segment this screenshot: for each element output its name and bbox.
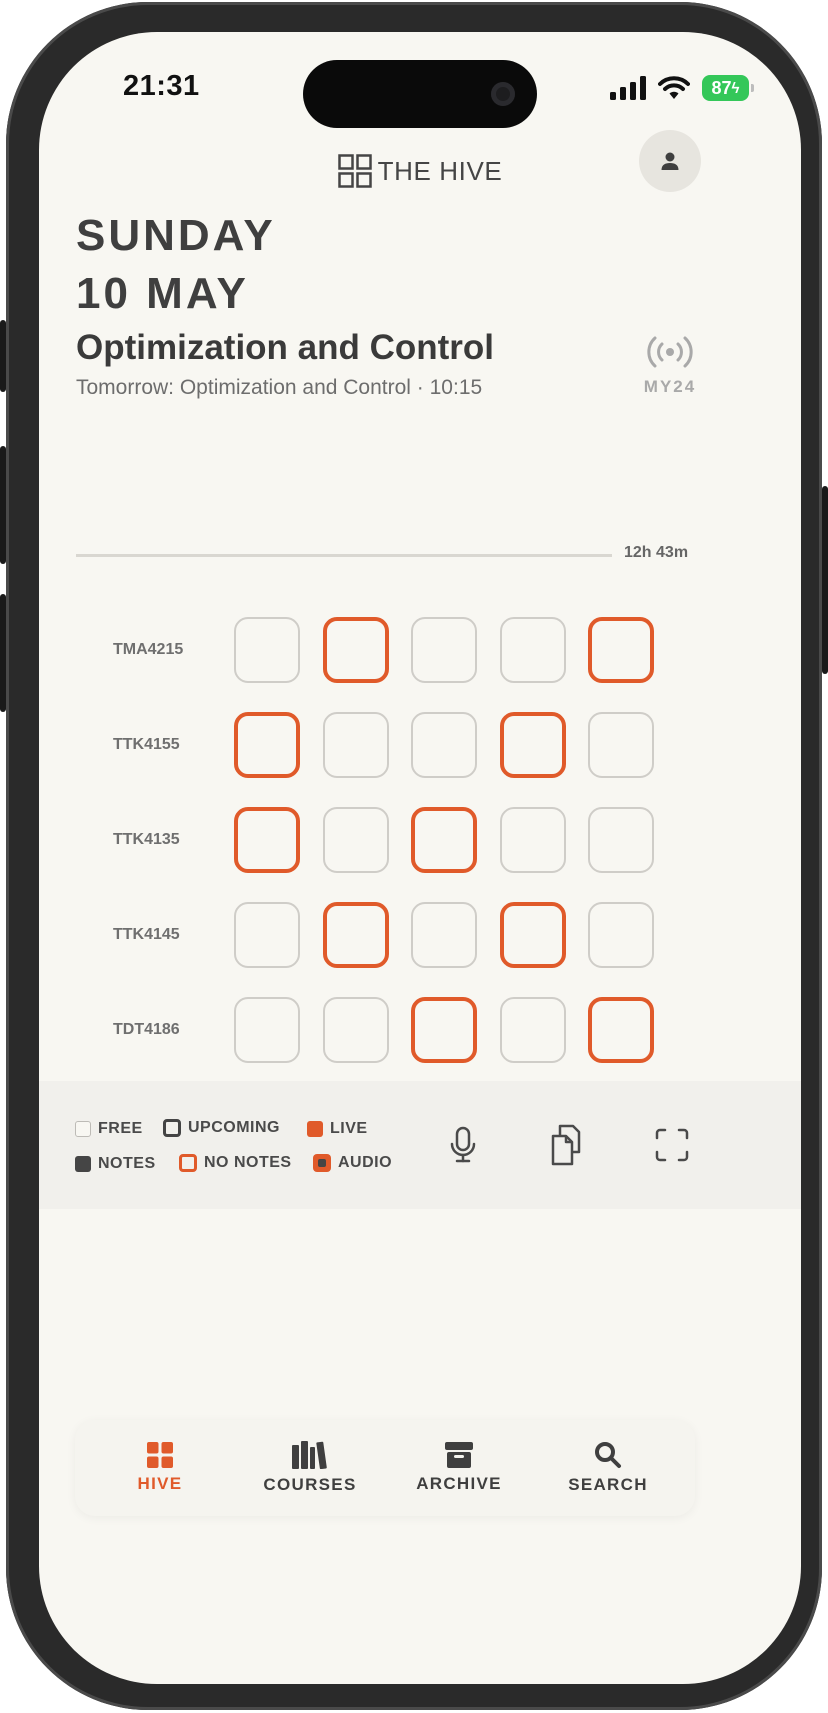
- countdown-progress-bar: [76, 554, 612, 557]
- free-swatch: [75, 1121, 91, 1137]
- schedule-cell-ttk4145-mon[interactable]: [234, 902, 300, 968]
- documents-icon: [551, 1124, 581, 1166]
- schedule-cell-tdt4186-thu[interactable]: [500, 997, 566, 1063]
- legend-free: FREE: [75, 1120, 143, 1138]
- next-lecture-text: Tomorrow: Optimization and Control · 10:…: [76, 376, 483, 399]
- live-swatch: [307, 1121, 323, 1137]
- volume-down-button: [0, 594, 6, 712]
- schedule-cell-tdt4186-fri[interactable]: [588, 997, 654, 1063]
- camera-icon: [491, 82, 515, 106]
- phone-frame: 21:31 87 ϟ THE HIVE SUNDAY 10 MAY Optimi…: [0, 2, 828, 1710]
- room-indicator[interactable]: MY24: [639, 334, 701, 397]
- course-code-ttk4145[interactable]: TTK4145: [113, 926, 180, 944]
- documents-button[interactable]: [547, 1124, 587, 1166]
- schedule-cell-ttk4155-mon[interactable]: [234, 712, 300, 778]
- scan-frame-icon: [655, 1128, 689, 1162]
- broadcast-icon: [647, 336, 693, 368]
- upcoming-swatch: [163, 1119, 181, 1137]
- schedule-cell-ttk4155-thu[interactable]: [500, 712, 566, 778]
- schedule-cell-ttk4155-fri[interactable]: [588, 712, 654, 778]
- tab-archive-label: ARCHIVE: [416, 1474, 502, 1493]
- brand-name: THE HIVE: [377, 155, 503, 186]
- legend-upcoming-label: UPCOMING: [188, 1119, 280, 1136]
- course-code-tma4215[interactable]: TMA4215: [113, 641, 183, 659]
- tab-courses-label: COURSES: [263, 1475, 357, 1494]
- hive-grid-icon: [147, 1442, 173, 1468]
- schedule-cell-ttk4135-wed[interactable]: [411, 807, 477, 873]
- user-icon: [661, 152, 679, 170]
- cellular-signal-icon: [610, 76, 646, 100]
- microphone-icon: [450, 1126, 476, 1163]
- schedule-cell-ttk4135-thu[interactable]: [500, 807, 566, 873]
- room-label: MY24: [643, 377, 697, 396]
- power-button: [822, 486, 828, 674]
- schedule-cell-ttk4145-tue[interactable]: [323, 902, 389, 968]
- schedule-cell-ttk4145-wed[interactable]: [411, 902, 477, 968]
- battery-level: 87: [711, 77, 732, 98]
- course-code-ttk4155[interactable]: TTK4155: [113, 736, 180, 754]
- countdown-label: 12h 43m: [624, 544, 689, 561]
- tab-hive[interactable]: HIVE: [85, 1420, 235, 1516]
- tab-courses[interactable]: COURSES: [235, 1420, 385, 1516]
- charging-bolt-icon: ϟ: [731, 79, 740, 97]
- course-code-tdt4186[interactable]: TDT4186: [113, 1021, 180, 1039]
- schedule-cell-tma4215-tue[interactable]: [323, 617, 389, 683]
- legend-upcoming: UPCOMING: [163, 1119, 280, 1137]
- hive-logo-icon: [337, 154, 372, 188]
- status-time: 21:31: [123, 70, 200, 102]
- schedule-cell-ttk4135-fri[interactable]: [588, 807, 654, 873]
- schedule-cell-ttk4145-fri[interactable]: [588, 902, 654, 968]
- schedule-cell-ttk4155-wed[interactable]: [411, 712, 477, 778]
- legend-notes-label: NOTES: [98, 1155, 156, 1172]
- schedule-cell-ttk4155-tue[interactable]: [323, 712, 389, 778]
- wifi-icon: [658, 76, 690, 99]
- status-icons: 87 ϟ: [610, 73, 754, 103]
- legend-notes: NOTES: [75, 1155, 156, 1173]
- action-button: [0, 320, 6, 392]
- schedule-cell-tma4215-wed[interactable]: [411, 617, 477, 683]
- record-audio-button[interactable]: [443, 1124, 483, 1166]
- search-icon: [595, 1442, 621, 1468]
- profile-button[interactable]: [639, 130, 701, 192]
- legend-no-notes-label: NO NOTES: [204, 1154, 292, 1171]
- tab-archive[interactable]: ARCHIVE: [384, 1420, 534, 1516]
- battery-indicator: 87 ϟ: [702, 75, 754, 101]
- dynamic-island: [303, 60, 537, 128]
- schedule-cell-tma4215-thu[interactable]: [500, 617, 566, 683]
- schedule-cell-tdt4186-tue[interactable]: [323, 997, 389, 1063]
- weekday: SUNDAY: [76, 211, 276, 260]
- scan-button[interactable]: [652, 1124, 692, 1166]
- audio-swatch: [313, 1154, 331, 1172]
- course-code-ttk4135[interactable]: TTK4135: [113, 831, 180, 849]
- current-course-title[interactable]: Optimization and Control: [76, 328, 494, 368]
- schedule-cell-tma4215-fri[interactable]: [588, 617, 654, 683]
- tab-search[interactable]: SEARCH: [533, 1420, 683, 1516]
- archive-box-icon: [445, 1442, 473, 1468]
- tab-hive-label: HIVE: [137, 1474, 183, 1493]
- notes-swatch: [75, 1156, 91, 1172]
- date-heading: SUNDAY 10 MAY: [76, 207, 276, 323]
- books-icon: [292, 1441, 327, 1469]
- tab-search-label: SEARCH: [568, 1475, 648, 1494]
- date: 10 MAY: [76, 269, 249, 318]
- schedule-cell-ttk4135-mon[interactable]: [234, 807, 300, 873]
- no-notes-swatch: [179, 1154, 197, 1172]
- legend-free-label: FREE: [98, 1120, 143, 1137]
- schedule-cell-tma4215-mon[interactable]: [234, 617, 300, 683]
- volume-up-button: [0, 446, 6, 564]
- schedule-cell-ttk4135-tue[interactable]: [323, 807, 389, 873]
- schedule-cell-ttk4145-thu[interactable]: [500, 902, 566, 968]
- legend-live-label: LIVE: [330, 1120, 368, 1137]
- legend-no-notes: NO NOTES: [179, 1154, 292, 1172]
- legend-audio: AUDIO: [313, 1154, 392, 1172]
- schedule-cell-tdt4186-wed[interactable]: [411, 997, 477, 1063]
- screen: 21:31 87 ϟ THE HIVE SUNDAY 10 MAY Optimi…: [39, 32, 801, 1684]
- legend-live: LIVE: [307, 1120, 368, 1138]
- schedule-cell-tdt4186-mon[interactable]: [234, 997, 300, 1063]
- legend-audio-label: AUDIO: [338, 1154, 393, 1171]
- tab-bar: HIVE COURSES ARCHIVE SEARCH: [75, 1420, 695, 1516]
